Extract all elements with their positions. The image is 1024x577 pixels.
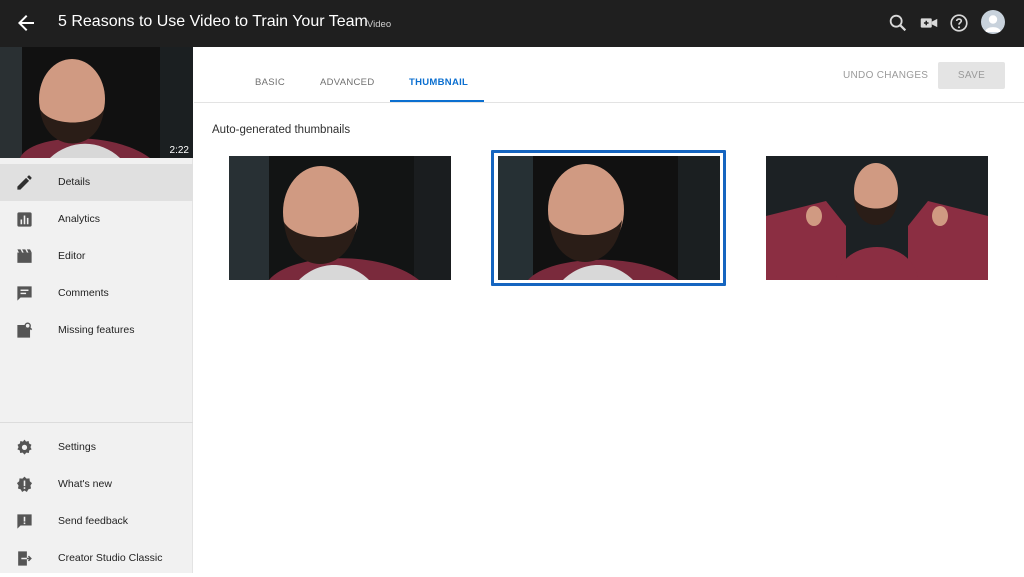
sidebar-item-label: Editor (58, 250, 86, 262)
exit-icon (18, 551, 32, 566)
sidebar-item-label: Missing features (58, 324, 135, 336)
undo-changes-button[interactable]: UNDO CHANGES (843, 70, 928, 81)
missing-features-icon (17, 322, 33, 338)
sidebar-item-editor[interactable]: Editor (0, 238, 193, 275)
sidebar-item-label: Creator Studio Classic (58, 552, 163, 564)
active-tab-indicator (390, 100, 484, 102)
sidebar-item-label: Send feedback (58, 515, 129, 527)
sidebar-divider (0, 422, 193, 423)
video-preview[interactable]: 2:22 (0, 47, 193, 158)
gear-icon (17, 439, 32, 455)
sidebar-item-label: What's new (58, 478, 112, 490)
top-app-bar: 5 Reasons to Use Video to Train Your Tea… (0, 0, 1024, 47)
video-duration: 2:22 (169, 145, 189, 156)
sidebar-item-details[interactable]: Details (0, 164, 193, 201)
sidebar-item-analytics[interactable]: Analytics (0, 201, 193, 238)
sidebar-item-label: Comments (58, 287, 109, 299)
selected-thumbnail-outline (491, 150, 726, 286)
help-icon[interactable] (948, 12, 970, 34)
bar-chart-icon (17, 212, 32, 227)
new-badge-icon (16, 476, 33, 493)
page-subtitle: Video (367, 19, 392, 30)
pencil-icon (17, 175, 32, 190)
sidebar: 2:22 Details Analytics Editor Comments M… (0, 47, 193, 573)
sidebar-item-label: Details (58, 176, 91, 188)
sidebar-item-whats-new[interactable]: What's new (0, 466, 193, 503)
thumbnail-option-3[interactable] (766, 156, 988, 280)
search-icon[interactable] (887, 12, 909, 34)
thumbnail-option-1[interactable] (229, 156, 451, 280)
account-avatar-icon[interactable] (981, 10, 1005, 34)
film-icon (17, 249, 32, 263)
arrow-back-icon[interactable] (14, 11, 38, 35)
sidebar-item-creator-studio-classic[interactable]: Creator Studio Classic (0, 540, 193, 577)
tab-advanced[interactable]: ADVANCED (320, 77, 374, 88)
video-camera-icon[interactable] (918, 12, 940, 34)
tab-bar: BASIC ADVANCED THUMBNAIL UNDO CHANGES SA… (194, 47, 1024, 103)
sidebar-item-label: Analytics (58, 213, 101, 225)
sidebar-item-send-feedback[interactable]: Send feedback (0, 503, 193, 540)
tab-basic[interactable]: BASIC (255, 77, 285, 88)
sidebar-item-settings[interactable]: Settings (0, 429, 193, 466)
sidebar-item-comments[interactable]: Comments (0, 275, 193, 312)
page-title: 5 Reasons to Use Video to Train Your Tea… (58, 13, 368, 30)
comment-icon (17, 286, 32, 301)
sidebar-item-label: Settings (58, 441, 96, 453)
save-button[interactable]: SAVE (938, 62, 1005, 89)
tab-thumbnail[interactable]: THUMBNAIL (409, 77, 468, 88)
feedback-icon (17, 514, 32, 529)
sidebar-item-missing-features[interactable]: Missing features (0, 312, 193, 349)
thumbnails-heading: Auto-generated thumbnails (212, 124, 351, 136)
